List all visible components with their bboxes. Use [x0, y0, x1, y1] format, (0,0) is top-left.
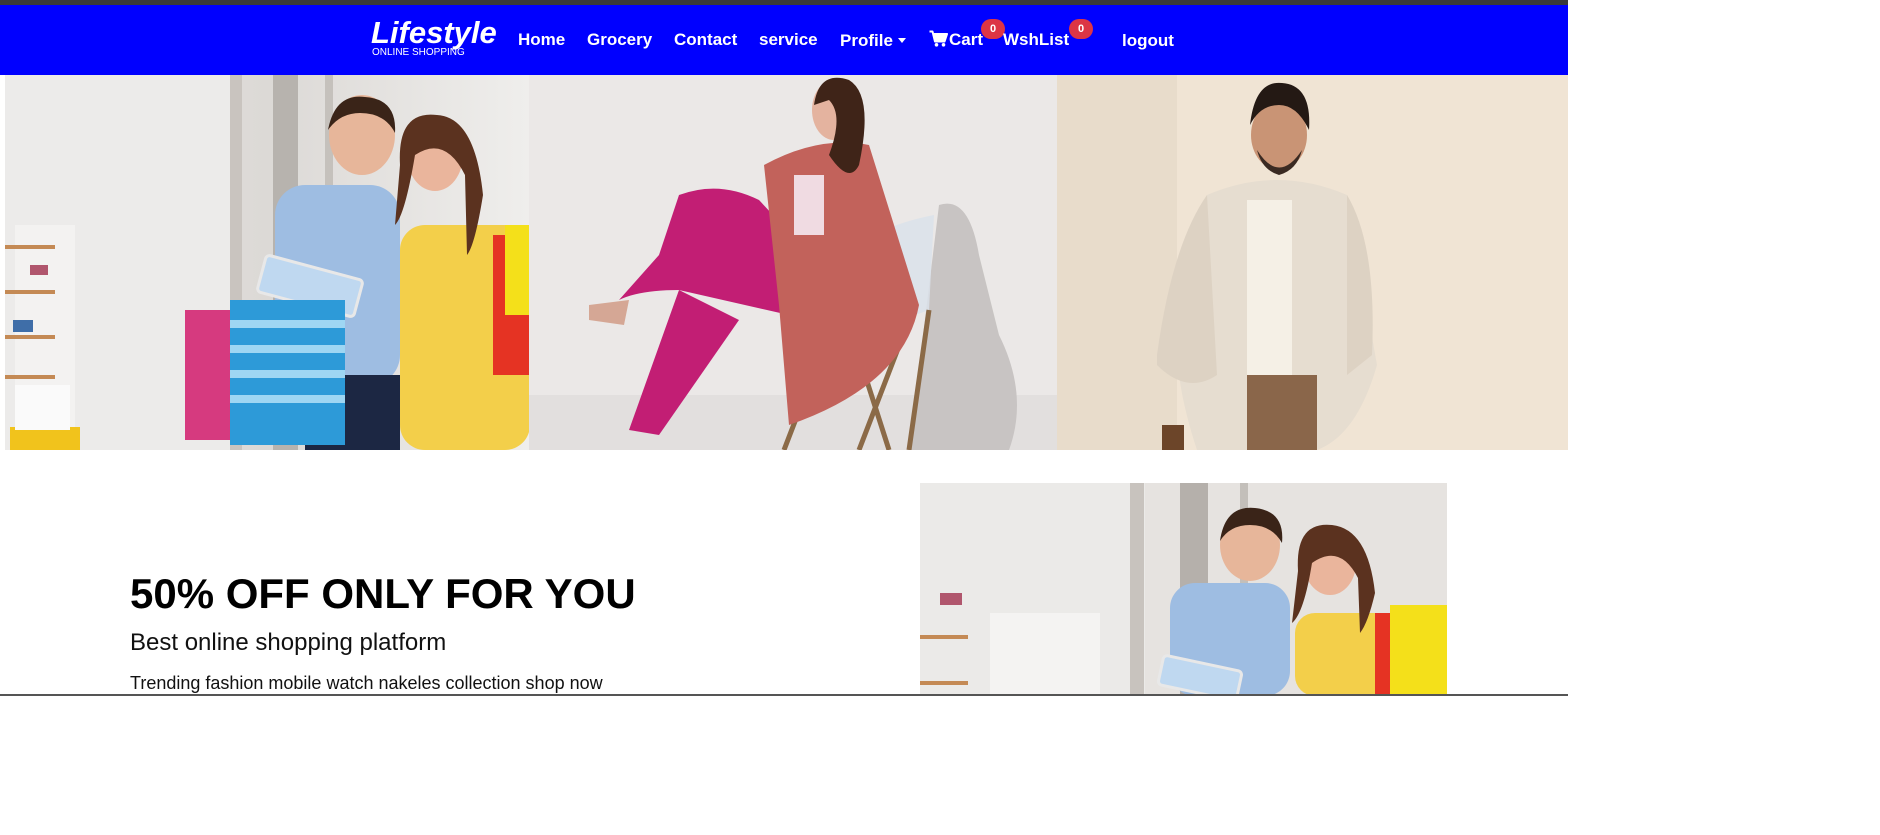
nav-wishlist[interactable]: WshList: [1003, 30, 1069, 50]
navbar: Lifestyle ONLINE SHOPPING Home Grocery C…: [0, 5, 1568, 75]
cart-count-badge: 0: [981, 19, 1005, 39]
brand-title: Lifestyle: [371, 15, 497, 50]
nav-contact[interactable]: Contact: [674, 30, 737, 50]
nav-grocery[interactable]: Grocery: [587, 30, 652, 50]
promo-subhead: Best online shopping platform: [130, 629, 447, 656]
chevron-down-icon: [897, 38, 906, 43]
promo-tagline: Trending fashion mobile watch nakeles co…: [130, 673, 603, 693]
nav-logout[interactable]: logout: [1122, 31, 1174, 51]
nav-service[interactable]: service: [759, 30, 818, 50]
cart-icon: [929, 30, 948, 47]
brand-logo[interactable]: Lifestyle ONLINE SHOPPING: [371, 17, 497, 58]
wishlist-count-badge: 0: [1069, 19, 1093, 39]
hero-image-man-in-shirt: [1057, 75, 1568, 450]
hero-image-woman-on-chair: [529, 75, 1057, 450]
nav-profile-label: Profile: [840, 31, 893, 50]
nav-cart-label: Cart: [949, 30, 984, 49]
bottom-divider: [0, 694, 1568, 696]
nav-cart[interactable]: Cart: [929, 30, 983, 50]
nav-home[interactable]: Home: [518, 30, 565, 50]
hero-image-couple-shopping: [5, 75, 529, 450]
promo-headline: 50% OFF ONLY FOR YOU: [130, 570, 636, 617]
promo-image-couple-shopping: [920, 483, 1447, 696]
nav-profile-dropdown[interactable]: Profile: [840, 31, 906, 51]
